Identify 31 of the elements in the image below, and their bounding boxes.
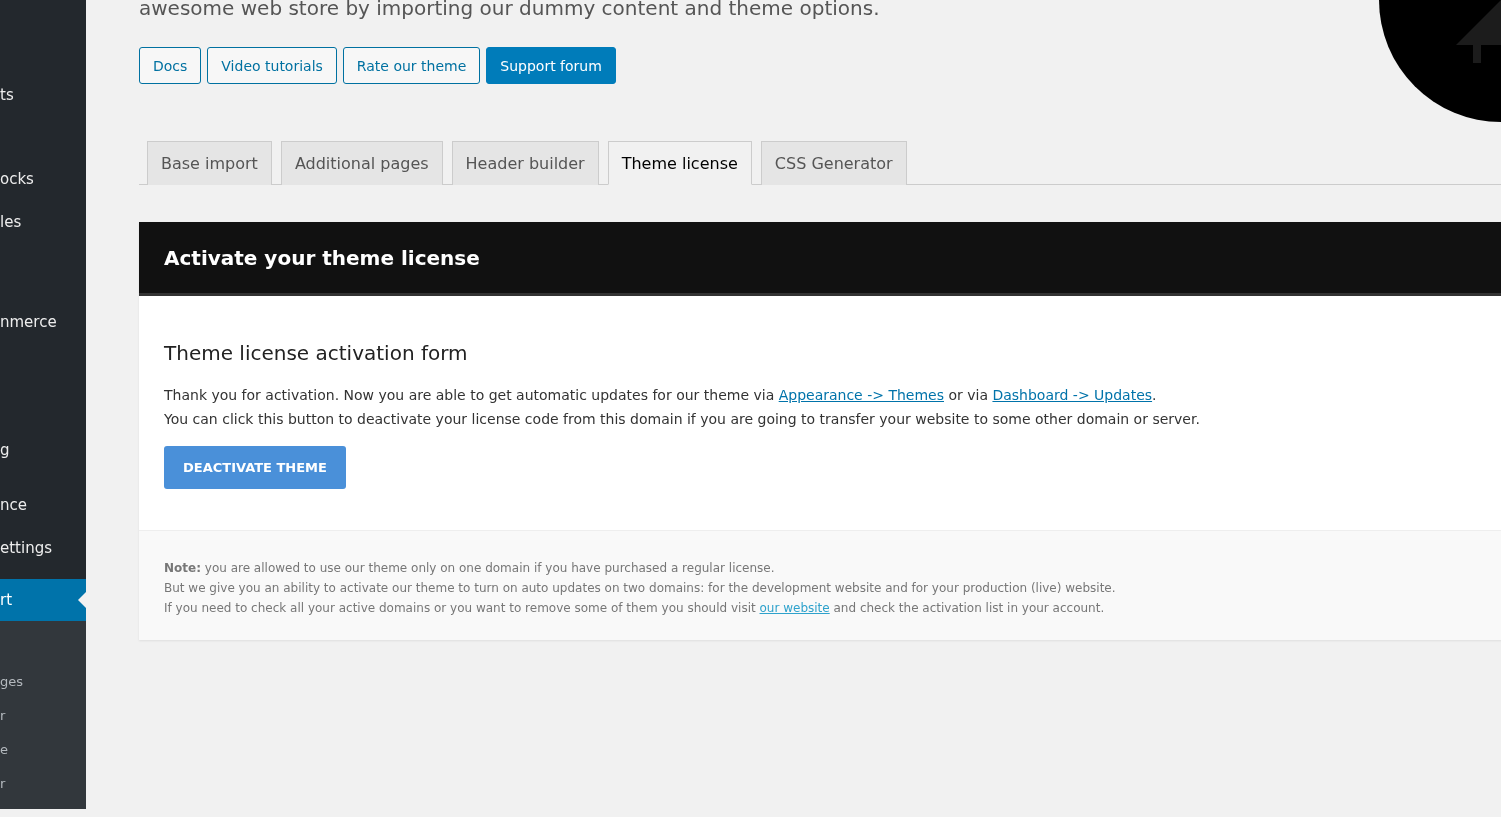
link-button[interactable]: Support forum (486, 47, 616, 84)
deactivate-text: You can click this button to deactivate your license code from this domain if you are going to transfer your website to some other domain or server. (164, 410, 1201, 429)
submenu-item[interactable]: r (0, 775, 86, 809)
link-button[interactable]: Rate our theme (342, 47, 481, 84)
menu-item[interactable]: ettings (0, 537, 86, 559)
themes-link[interactable]: Appearance -> Themes (778, 387, 944, 403)
menu-item[interactable]: ts (0, 84, 86, 106)
note-text: If you need to check all your active domains or you want to remove some of them you should visit our website and check the activation list in your account. (164, 600, 1106, 617)
intro-text: awesome web store by importing our dummy content and theme options. (139, 0, 881, 20)
menu-item[interactable]: g (0, 439, 86, 461)
submenu-item[interactable]: e (0, 741, 86, 775)
menu-item[interactable]: nce (0, 494, 86, 516)
submenu-item[interactable]: ges (0, 673, 86, 707)
menu-item[interactable]: ocks (0, 168, 86, 190)
form-title: Theme license activation form (164, 341, 469, 365)
menu-item[interactable]: les (0, 211, 86, 233)
deactivate-button[interactable]: DEACTIVATE THEME (164, 446, 346, 489)
note-text: But we give you an ability to activate our theme to turn on auto updates on two domains: for the development website and for your production (live) website. (164, 580, 1117, 597)
link-button[interactable]: Video tutorials (207, 47, 337, 84)
note-text: Note: you are allowed to use our theme only on one domain if you have purchased a regular license. (164, 560, 776, 577)
tab[interactable]: Additional pages (280, 141, 443, 185)
tab[interactable]: Header builder (451, 141, 599, 185)
panel-title: Activate your theme license (164, 245, 480, 270)
tab[interactable]: Theme license (607, 141, 752, 185)
link-button[interactable]: Docs (139, 47, 202, 84)
tab[interactable]: CSS Generator (760, 141, 907, 185)
tab[interactable]: Base import (147, 141, 272, 185)
menu-item[interactable]: rt (0, 579, 86, 621)
submenu-item[interactable]: r (0, 707, 86, 741)
menu-item[interactable]: nmerce (0, 311, 86, 333)
activation-text: Thank you for activation. Now you are able to get automatic updates for our theme via Appearance -> Themes or via Dashboard -> Updates. (164, 386, 1158, 405)
